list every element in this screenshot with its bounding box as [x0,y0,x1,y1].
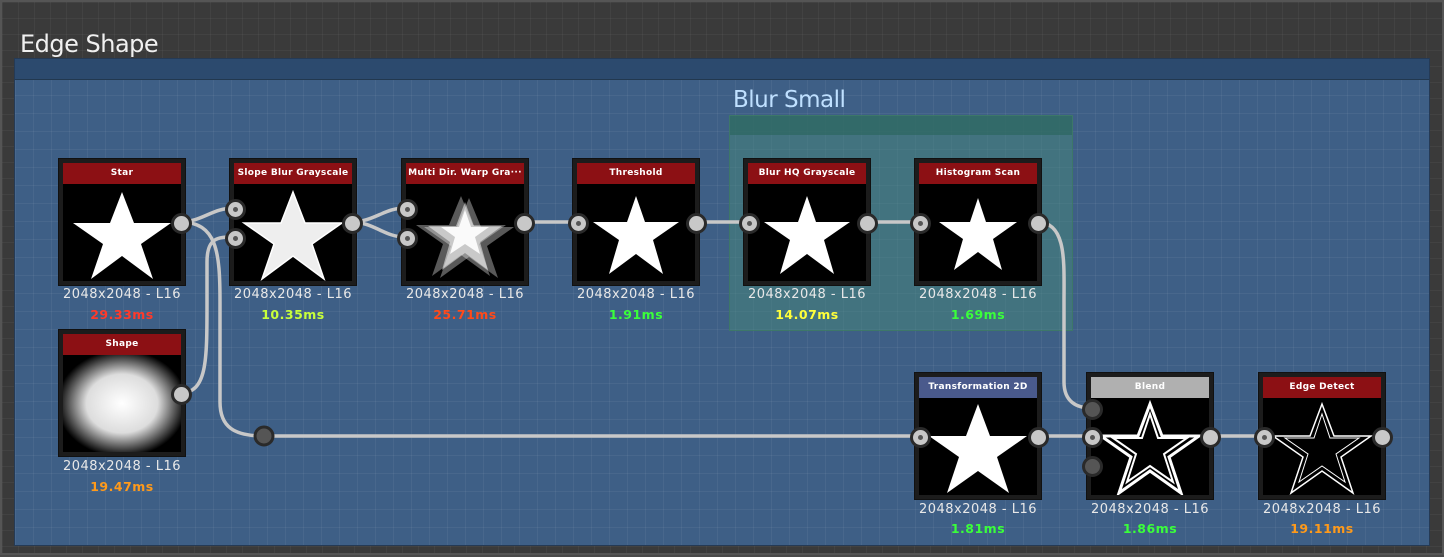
threshold-thumbnail [593,196,679,274]
node-shape-time: 19.47ms [90,479,154,494]
node-multi-warp-resolution: 2048x2048 - L16 [405,287,525,302]
node-shape-title: Shape [63,334,181,355]
histogram-thumbnail [939,198,1017,270]
edge-detect-input-port[interactable] [1254,427,1275,448]
node-transform-title: Transformation 2D [919,377,1037,398]
node-threshold[interactable]: Threshold [572,158,700,286]
node-blur-hq-title: Blur HQ Grayscale [748,163,866,184]
node-blur-hq[interactable]: Blur HQ Grayscale [743,158,871,286]
node-blend-time: 1.86ms [1122,521,1178,536]
node-blend-title: Blend [1091,377,1209,398]
blend-input-port-2[interactable] [1082,427,1103,448]
blend-thumbnail [1096,399,1204,495]
shape-output-port[interactable] [171,384,192,405]
reroute-dot [253,425,275,447]
multi-warp-thumbnail [416,196,514,278]
node-edge-detect-title: Edge Detect [1263,377,1381,398]
transform-output-port[interactable] [1028,427,1049,448]
slope-blur-input-port-2[interactable] [225,228,246,249]
node-shape-resolution: 2048x2048 - L16 [62,459,182,474]
star-output-port[interactable] [171,213,192,234]
multi-warp-output-port[interactable] [514,213,535,234]
star-thumbnail [73,192,171,279]
node-shape[interactable]: Shape [58,329,186,457]
node-transform-time: 1.81ms [950,521,1006,536]
histogram-input-port[interactable] [910,213,931,234]
node-blur-hq-resolution: 2048x2048 - L16 [747,287,867,302]
slope-blur-output-port[interactable] [342,213,363,234]
node-blend[interactable]: Blend [1086,372,1214,500]
threshold-output-port[interactable] [686,213,707,234]
node-histogram-time: 1.69ms [950,307,1006,322]
node-threshold-title: Threshold [577,163,695,184]
node-slope-blur[interactable]: Slope Blur Grayscale [229,158,357,286]
node-slope-blur-title: Slope Blur Grayscale [234,163,352,184]
transform-thumbnail [929,404,1027,493]
graph-canvas[interactable]: Edge Shape Blur Small Star 2048x2048 - L… [0,0,1444,555]
edge-detect-output-port[interactable] [1372,427,1393,448]
node-multi-warp-time: 25.71ms [433,307,497,322]
multi-warp-input-port-2[interactable] [397,228,418,249]
threshold-input-port[interactable] [568,213,589,234]
node-star-time: 29.33ms [90,307,154,322]
transform-input-port[interactable] [910,427,931,448]
node-edge-detect-time: 19.11ms [1290,521,1354,536]
node-threshold-resolution: 2048x2048 - L16 [576,287,696,302]
node-star-resolution: 2048x2048 - L16 [62,287,182,302]
blur-hq-thumbnail [764,196,850,274]
slope-blur-thumbnail [241,189,345,281]
shape-thumbnail [63,355,181,452]
node-blur-hq-time: 14.07ms [775,307,839,322]
node-histogram-resolution: 2048x2048 - L16 [918,287,1038,302]
multi-warp-input-port-1[interactable] [397,199,418,220]
node-star[interactable]: Star [58,158,186,286]
node-slope-blur-resolution: 2048x2048 - L16 [233,287,353,302]
node-blend-resolution: 2048x2048 - L16 [1090,502,1210,517]
node-transform[interactable]: Transformation 2D [914,372,1042,500]
node-histogram[interactable]: Histogram Scan [914,158,1042,286]
blur-hq-output-port[interactable] [857,213,878,234]
blur-hq-input-port[interactable] [739,213,760,234]
blend-output-port[interactable] [1200,427,1221,448]
node-transform-resolution: 2048x2048 - L16 [918,502,1038,517]
node-multi-warp[interactable]: Multi Dir. Warp Gra··· [401,158,529,286]
blend-input-port-1[interactable] [1082,399,1103,420]
node-multi-warp-title: Multi Dir. Warp Gra··· [406,163,524,184]
node-threshold-time: 1.91ms [608,307,664,322]
node-slope-blur-time: 10.35ms [261,307,325,322]
connection-wires [178,206,1265,447]
node-edge-detect-resolution: 2048x2048 - L16 [1262,502,1382,517]
edge-detect-thumbnail [1270,401,1374,495]
node-edge-detect[interactable]: Edge Detect [1258,372,1386,500]
histogram-output-port[interactable] [1028,213,1049,234]
slope-blur-input-port-1[interactable] [225,199,246,220]
blend-input-port-3[interactable] [1082,456,1103,477]
node-star-title: Star [63,163,181,184]
node-histogram-title: Histogram Scan [919,163,1037,184]
